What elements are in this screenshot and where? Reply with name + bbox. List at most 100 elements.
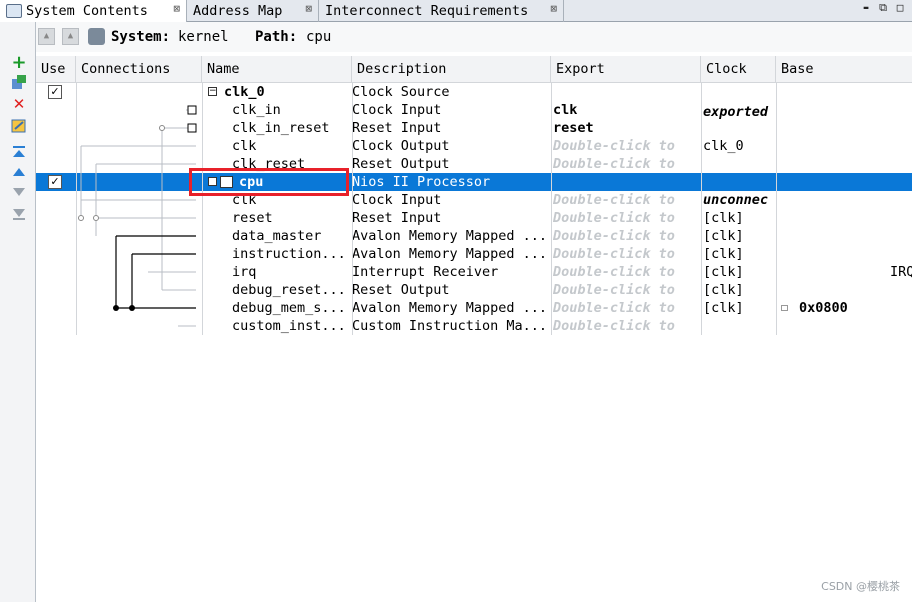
clock-cell[interactable] [703, 317, 776, 335]
move-top-icon[interactable] [11, 144, 27, 160]
clock-cell[interactable]: unconnec [703, 191, 776, 209]
tab-interconnect-requirements[interactable]: Interconnect Requirements ⊠ [319, 0, 564, 22]
name-cell[interactable]: reset [232, 209, 352, 227]
description-cell: Reset Output [352, 156, 450, 172]
description-cell: Clock Source [352, 84, 450, 100]
description-cell: Reset Output [352, 282, 450, 298]
export-cell[interactable]: clk [553, 101, 700, 119]
export-cell[interactable]: Double-click to [553, 317, 700, 335]
export-cell[interactable]: Double-click to [553, 209, 700, 227]
export-cell[interactable]: Double-click to [553, 137, 700, 155]
nav-up-button[interactable]: ▲ [62, 28, 79, 45]
export-cell[interactable]: Double-click to [553, 281, 700, 299]
export-cell[interactable]: Double-click to [553, 263, 700, 281]
description-cell: Avalon Memory Mapped ... [352, 300, 548, 316]
connections-graph[interactable] [36, 83, 202, 333]
divider [776, 83, 777, 335]
move-down-icon[interactable] [11, 184, 27, 200]
name-cell[interactable]: clk_reset [232, 155, 352, 173]
move-up-icon[interactable] [11, 164, 27, 180]
col-export[interactable]: Export [551, 56, 701, 83]
clock-cell[interactable]: [clk] [703, 299, 776, 317]
lock-icon[interactable] [781, 305, 788, 311]
clock-cell[interactable]: [clk] [703, 245, 776, 263]
name-cell[interactable]: clk_in_reset [232, 119, 352, 137]
clock-cell[interactable]: [clk] [703, 281, 776, 299]
name-cell[interactable]: debug_mem_s... [232, 299, 352, 317]
name-cell[interactable]: instruction... [232, 245, 352, 263]
divider [202, 83, 203, 335]
col-base[interactable]: Base [776, 56, 912, 83]
clock-cell[interactable] [703, 83, 776, 101]
clock-cell[interactable]: clk_0 [703, 137, 776, 155]
col-clock[interactable]: Clock [701, 56, 776, 83]
system-contents-icon [6, 4, 22, 18]
name-cell[interactable]: clk_in [232, 101, 352, 119]
tab-label: Interconnect Requirements [325, 3, 529, 19]
close-icon[interactable]: ⊠ [305, 2, 312, 15]
col-use[interactable]: Use [36, 56, 76, 83]
name-cell[interactable]: data_master [232, 227, 352, 245]
watermark: CSDN @樱桃茶 [821, 580, 900, 593]
path-label: Path: [255, 29, 298, 45]
collapse-icon[interactable]: − [208, 177, 217, 186]
path-bar: ▲ ▲ System: kernel Path: cpu [36, 22, 912, 52]
name-cell[interactable]: custom_inst... [232, 317, 352, 335]
close-icon[interactable]: ⊠ [173, 2, 180, 15]
base-cell[interactable]: 0x0800 [799, 299, 889, 317]
export-cell[interactable]: Double-click to [553, 299, 700, 317]
clock-cell[interactable]: [clk] [703, 227, 776, 245]
export-cell[interactable]: Double-click to [553, 191, 700, 209]
left-toolbar: + ✕ [0, 22, 36, 602]
tab-address-map[interactable]: Address Map ⊠ [187, 0, 319, 22]
description-cell: Interrupt Receiver [352, 264, 499, 280]
export-cell[interactable]: Double-click to [553, 227, 700, 245]
description-cell: Clock Output [352, 138, 450, 154]
clock-cell[interactable] [703, 155, 776, 173]
export-cell[interactable]: Double-click to [553, 155, 700, 173]
collapse-icon[interactable]: − [208, 87, 217, 96]
name-cell[interactable]: clk [232, 137, 352, 155]
col-description[interactable]: Description [352, 56, 551, 83]
move-bottom-icon[interactable] [11, 206, 27, 222]
description-cell: Avalon Memory Mapped ... [352, 228, 548, 244]
maximize-icon[interactable]: □ [894, 2, 906, 14]
component-icon [220, 176, 233, 188]
export-cell[interactable] [553, 173, 700, 191]
export-cell[interactable] [553, 83, 700, 101]
base-cell[interactable]: IRQ [890, 263, 912, 281]
description-cell: Custom Instruction Ma... [352, 318, 548, 334]
description-cell: Reset Input [352, 120, 442, 136]
description-cell: Clock Input [352, 192, 442, 208]
name-cell[interactable]: clk [232, 191, 352, 209]
name-cell[interactable]: debug_reset... [232, 281, 352, 299]
table-header: Use Connections Name Description Export … [36, 56, 912, 83]
remove-icon[interactable]: ✕ [11, 95, 27, 113]
export-cell[interactable]: Double-click to [553, 245, 700, 263]
col-name[interactable]: Name [202, 56, 352, 83]
clock-cell[interactable]: [clk] [703, 263, 776, 281]
minimize-icon[interactable]: ▬ [860, 2, 872, 14]
description-cell: Clock Input [352, 102, 442, 118]
name-cell[interactable]: irq [232, 263, 352, 281]
restore-icon[interactable]: ⧉ [877, 2, 889, 14]
clock-cell[interactable] [703, 173, 776, 191]
name-cell[interactable]: cpu [239, 173, 359, 191]
add-icon[interactable]: + [11, 52, 27, 73]
description-cell: Nios II Processor [352, 174, 491, 190]
clock-cell[interactable] [703, 119, 776, 137]
description-cell: Reset Input [352, 210, 442, 226]
divider [352, 83, 353, 335]
tab-system-contents[interactable]: System Contents ⊠ [0, 0, 187, 23]
export-cell[interactable]: reset [553, 119, 700, 137]
col-connections[interactable]: Connections [76, 56, 202, 83]
system-label: System: [111, 29, 171, 45]
close-icon[interactable]: ⊠ [550, 2, 557, 15]
system-icon [88, 28, 105, 45]
clock-cell[interactable]: [clk] [703, 209, 776, 227]
add-component-icon[interactable] [11, 74, 27, 90]
edit-icon[interactable] [11, 118, 27, 134]
description-cell: Avalon Memory Mapped ... [352, 246, 548, 262]
name-cell[interactable]: clk_0 [224, 83, 344, 101]
nav-top-button[interactable]: ▲ [38, 28, 55, 45]
